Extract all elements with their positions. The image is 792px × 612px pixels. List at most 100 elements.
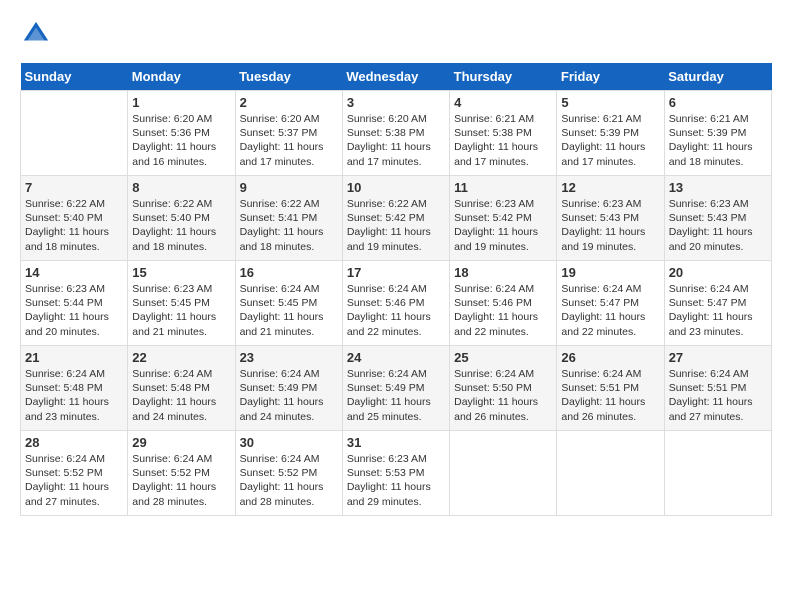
day-cell: 7Sunrise: 6:22 AM Sunset: 5:40 PM Daylig… [21, 176, 128, 261]
day-info: Sunrise: 6:22 AM Sunset: 5:40 PM Dayligh… [132, 197, 230, 254]
logo-icon [22, 20, 50, 48]
day-info: Sunrise: 6:24 AM Sunset: 5:45 PM Dayligh… [240, 282, 338, 339]
day-number: 10 [347, 180, 445, 195]
day-number: 7 [25, 180, 123, 195]
day-cell: 16 Sunrise: 6:24 AM Sunset: 5:45 PM Dayli… [235, 261, 342, 346]
day-cell: 5Sunrise: 6:21 AM Sunset: 5:39 PM Daylig… [557, 91, 664, 176]
day-info: Sunrise: 6:20 AM Sunset: 5:36 PM Dayligh… [132, 112, 230, 169]
day-cell: 27Sunrise: 6:24 AM Sunset: 5:51 PM Dayli… [664, 346, 771, 431]
col-header-sunday: Sunday [21, 63, 128, 91]
day-info: Sunrise: 6:23 AM Sunset: 5:43 PM Dayligh… [669, 197, 767, 254]
day-cell: 3 Sunrise: 6:20 AM Sunset: 5:38 PM Daylig… [342, 91, 449, 176]
day-number: 8 [132, 180, 230, 195]
day-cell: 30 Sunrise: 6:24 AM Sunset: 5:52 PM Dayli… [235, 431, 342, 516]
day-number: 23 [240, 350, 338, 365]
day-cell: 9 Sunrise: 6:22 AM Sunset: 5:41 PM Daylig… [235, 176, 342, 261]
day-info: Sunrise: 6:24 AM Sunset: 5:48 PM Dayligh… [132, 367, 230, 424]
day-info: Sunrise: 6:24 AM Sunset: 5:46 PM Dayligh… [454, 282, 552, 339]
day-info: Sunrise: 6:21 AM Sunset: 5:38 PM Dayligh… [454, 112, 552, 169]
day-info: Sunrise: 6:23 AM Sunset: 5:44 PM Dayligh… [25, 282, 123, 339]
week-row-1: 1 Sunrise: 6:20 AM Sunset: 5:36 PM Daylig… [21, 91, 772, 176]
day-info: Sunrise: 6:24 AM Sunset: 5:47 PM Dayligh… [669, 282, 767, 339]
logo [20, 20, 50, 53]
day-info: Sunrise: 6:24 AM Sunset: 5:52 PM Dayligh… [240, 452, 338, 509]
day-cell: 6 Sunrise: 6:21 AM Sunset: 5:39 PM Daylig… [664, 91, 771, 176]
day-number: 18 [454, 265, 552, 280]
day-cell: 12 Sunrise: 6:23 AM Sunset: 5:43 PM Dayli… [557, 176, 664, 261]
col-header-tuesday: Tuesday [235, 63, 342, 91]
day-number: 1 [132, 95, 230, 110]
day-number: 14 [25, 265, 123, 280]
day-info: Sunrise: 6:20 AM Sunset: 5:38 PM Dayligh… [347, 112, 445, 169]
day-cell: 19 Sunrise: 6:24 AM Sunset: 5:47 PM Dayli… [557, 261, 664, 346]
day-cell: 28 Sunrise: 6:24 AM Sunset: 5:52 PM Dayli… [21, 431, 128, 516]
day-cell: 23 Sunrise: 6:24 AM Sunset: 5:49 PM Dayli… [235, 346, 342, 431]
day-info: Sunrise: 6:24 AM Sunset: 5:52 PM Dayligh… [132, 452, 230, 509]
day-number: 12 [561, 180, 659, 195]
week-row-4: 21 Sunrise: 6:24 AM Sunset: 5:48 PM Dayli… [21, 346, 772, 431]
day-cell: 14 Sunrise: 6:23 AM Sunset: 5:44 PM Dayli… [21, 261, 128, 346]
day-number: 24 [347, 350, 445, 365]
day-info: Sunrise: 6:24 AM Sunset: 5:51 PM Dayligh… [669, 367, 767, 424]
day-info: Sunrise: 6:22 AM Sunset: 5:41 PM Dayligh… [240, 197, 338, 254]
col-header-friday: Friday [557, 63, 664, 91]
week-row-5: 28 Sunrise: 6:24 AM Sunset: 5:52 PM Dayli… [21, 431, 772, 516]
day-number: 30 [240, 435, 338, 450]
day-info: Sunrise: 6:24 AM Sunset: 5:49 PM Dayligh… [240, 367, 338, 424]
day-number: 9 [240, 180, 338, 195]
day-cell: 31Sunrise: 6:23 AM Sunset: 5:53 PM Dayli… [342, 431, 449, 516]
day-info: Sunrise: 6:24 AM Sunset: 5:49 PM Dayligh… [347, 367, 445, 424]
day-number: 2 [240, 95, 338, 110]
day-cell: 22 Sunrise: 6:24 AM Sunset: 5:48 PM Dayli… [128, 346, 235, 431]
day-info: Sunrise: 6:24 AM Sunset: 5:46 PM Dayligh… [347, 282, 445, 339]
calendar-table: SundayMondayTuesdayWednesdayThursdayFrid… [20, 63, 772, 516]
day-number: 29 [132, 435, 230, 450]
day-number: 17 [347, 265, 445, 280]
day-info: Sunrise: 6:23 AM Sunset: 5:42 PM Dayligh… [454, 197, 552, 254]
day-cell [664, 431, 771, 516]
day-info: Sunrise: 6:21 AM Sunset: 5:39 PM Dayligh… [669, 112, 767, 169]
day-number: 26 [561, 350, 659, 365]
day-info: Sunrise: 6:20 AM Sunset: 5:37 PM Dayligh… [240, 112, 338, 169]
day-cell: 8 Sunrise: 6:22 AM Sunset: 5:40 PM Daylig… [128, 176, 235, 261]
week-row-3: 14 Sunrise: 6:23 AM Sunset: 5:44 PM Dayli… [21, 261, 772, 346]
day-number: 3 [347, 95, 445, 110]
day-info: Sunrise: 6:24 AM Sunset: 5:52 PM Dayligh… [25, 452, 123, 509]
day-number: 6 [669, 95, 767, 110]
day-number: 5 [561, 95, 659, 110]
day-info: Sunrise: 6:23 AM Sunset: 5:43 PM Dayligh… [561, 197, 659, 254]
day-cell: 24 Sunrise: 6:24 AM Sunset: 5:49 PM Dayli… [342, 346, 449, 431]
day-cell: 18 Sunrise: 6:24 AM Sunset: 5:46 PM Dayli… [450, 261, 557, 346]
day-info: Sunrise: 6:23 AM Sunset: 5:45 PM Dayligh… [132, 282, 230, 339]
day-cell: 29 Sunrise: 6:24 AM Sunset: 5:52 PM Dayli… [128, 431, 235, 516]
day-number: 21 [25, 350, 123, 365]
day-number: 25 [454, 350, 552, 365]
week-row-2: 7 Sunrise: 6:22 AM Sunset: 5:40 PM Daylig… [21, 176, 772, 261]
day-info: Sunrise: 6:24 AM Sunset: 5:47 PM Dayligh… [561, 282, 659, 339]
day-cell: 17 Sunrise: 6:24 AM Sunset: 5:46 PM Dayli… [342, 261, 449, 346]
day-number: 16 [240, 265, 338, 280]
col-header-wednesday: Wednesday [342, 63, 449, 91]
col-header-saturday: Saturday [664, 63, 771, 91]
day-number: 13 [669, 180, 767, 195]
day-cell: 1 Sunrise: 6:20 AM Sunset: 5:36 PM Daylig… [128, 91, 235, 176]
day-number: 22 [132, 350, 230, 365]
day-number: 11 [454, 180, 552, 195]
day-number: 4 [454, 95, 552, 110]
day-number: 15 [132, 265, 230, 280]
day-info: Sunrise: 6:24 AM Sunset: 5:48 PM Dayligh… [25, 367, 123, 424]
day-number: 20 [669, 265, 767, 280]
day-cell [557, 431, 664, 516]
day-cell: 13 Sunrise: 6:23 AM Sunset: 5:43 PM Dayli… [664, 176, 771, 261]
day-number: 28 [25, 435, 123, 450]
page-header [20, 20, 772, 53]
day-info: Sunrise: 6:24 AM Sunset: 5:50 PM Dayligh… [454, 367, 552, 424]
day-number: 19 [561, 265, 659, 280]
col-header-thursday: Thursday [450, 63, 557, 91]
day-info: Sunrise: 6:24 AM Sunset: 5:51 PM Dayligh… [561, 367, 659, 424]
day-cell [21, 91, 128, 176]
day-cell: 25 Sunrise: 6:24 AM Sunset: 5:50 PM Dayli… [450, 346, 557, 431]
day-cell: 20 Sunrise: 6:24 AM Sunset: 5:47 PM Dayli… [664, 261, 771, 346]
day-cell: 11 Sunrise: 6:23 AM Sunset: 5:42 PM Dayli… [450, 176, 557, 261]
day-cell: 26 Sunrise: 6:24 AM Sunset: 5:51 PM Dayli… [557, 346, 664, 431]
